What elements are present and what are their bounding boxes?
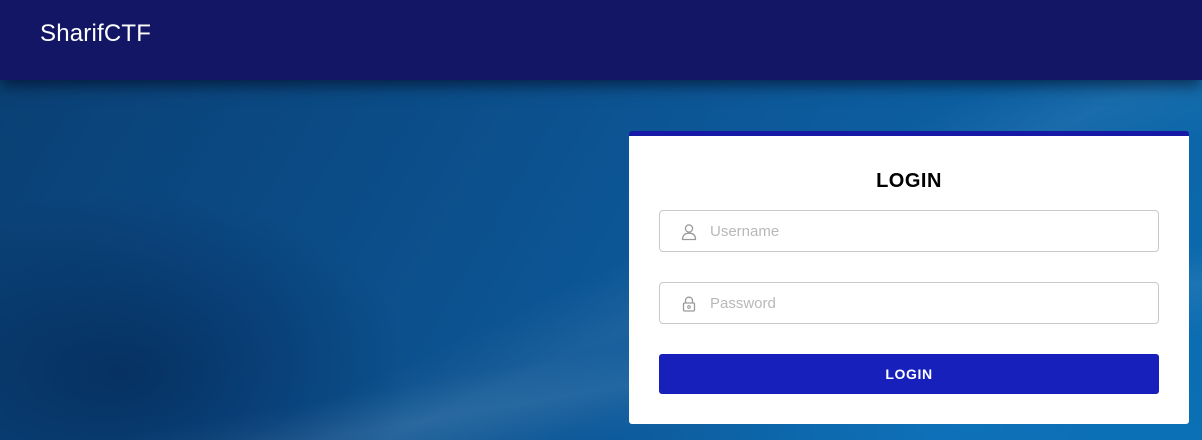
username-input[interactable] [710,211,1150,251]
top-navbar: SharifCTF [0,0,1202,80]
password-input[interactable] [710,283,1150,323]
login-button[interactable]: LOGIN [659,354,1159,394]
password-field[interactable] [659,282,1159,324]
username-field[interactable] [659,210,1159,252]
lock-icon [680,295,698,313]
brand-logo-text[interactable]: SharifCTF [40,20,151,48]
login-card: LOGIN LOGIN [629,131,1189,424]
user-icon [680,223,698,241]
login-title: LOGIN [876,170,942,192]
page-background: SharifCTF LOGIN LOGIN [0,0,1202,440]
